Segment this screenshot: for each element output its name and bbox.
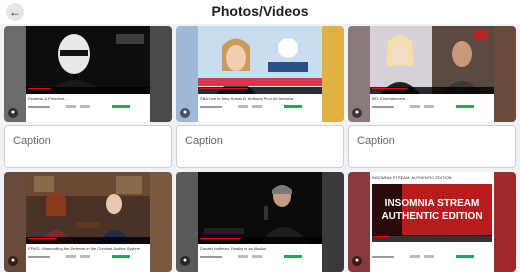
pro-life-image (198, 26, 322, 94)
video-thumbnail[interactable]: BTL Entertainment... ● (348, 26, 516, 122)
portrait-image (26, 26, 150, 94)
media-tile[interactable]: SBA Live in New Susan B. Anthony Pro-Lif… (176, 26, 344, 122)
video-thumbnail[interactable]: Fearless & Freedom... ● (4, 26, 172, 122)
insomnia-banner: INSOMNIA STREAM AUTHENTIC EDITION (372, 184, 492, 236)
media-tile[interactable]: EP#21: Marshalling the Defense in the Cr… (4, 172, 172, 272)
tag-icon[interactable]: ● (180, 256, 190, 266)
video-thumbnail[interactable]: Donald Hoffman: Reality is an Illusion ● (176, 172, 344, 272)
video-thumbnail[interactable]: SBA Live in New Susan B. Anthony Pro-Lif… (176, 26, 344, 122)
tag-icon[interactable]: ● (352, 256, 362, 266)
discussion-image (26, 172, 150, 244)
caption-field[interactable]: Caption (348, 125, 516, 168)
tag-icon[interactable]: ● (180, 108, 190, 118)
media-tile[interactable]: Fearless & Freedom... ● (4, 26, 172, 122)
media-tile[interactable]: INSOMNIA STREAM: AUTHENTIC EDITION INSOM… (348, 172, 516, 272)
media-tile[interactable]: Donald Hoffman: Reality is an Illusion ● (176, 172, 344, 272)
caption-field[interactable]: Caption (4, 125, 172, 168)
video-thumbnail[interactable]: INSOMNIA STREAM: AUTHENTIC EDITION INSOM… (348, 172, 516, 272)
page-title: Photos/Videos (211, 3, 309, 19)
top-bar: ← Photos/Videos (0, 0, 520, 24)
tag-icon[interactable]: ● (8, 108, 18, 118)
video-thumbnail[interactable]: EP#21: Marshalling the Defense in the Cr… (4, 172, 172, 272)
podcast-image (198, 172, 322, 244)
tag-icon[interactable]: ● (8, 256, 18, 266)
media-tile[interactable]: BTL Entertainment... ● (348, 26, 516, 122)
tag-icon[interactable]: ● (352, 108, 362, 118)
caption-field[interactable]: Caption (176, 125, 344, 168)
interview-image (370, 26, 494, 94)
